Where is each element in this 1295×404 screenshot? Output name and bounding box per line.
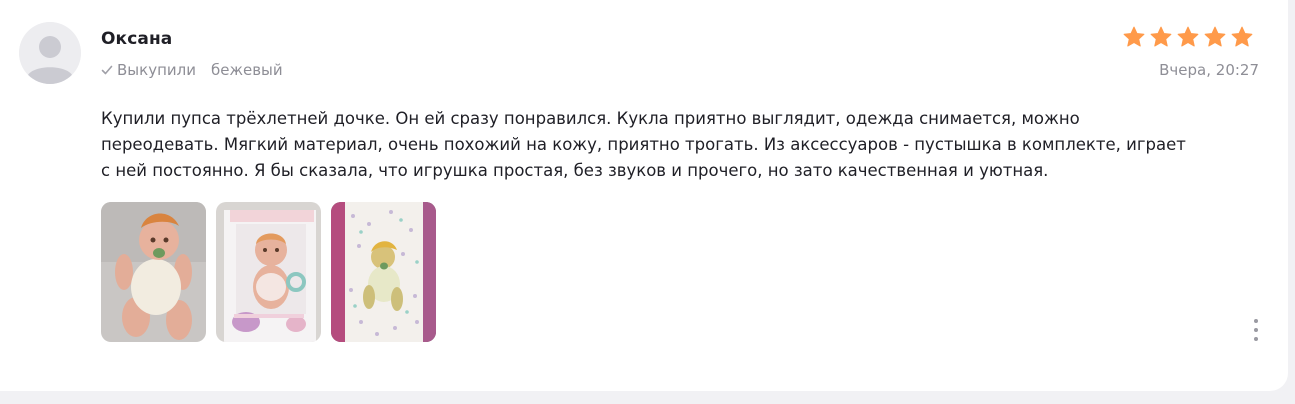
star-icon [1177, 26, 1199, 47]
product-variant: бежевый [210, 61, 283, 79]
star-icon [1150, 26, 1172, 47]
review-text: Купили пупса трёхлетней дочке. Он ей сра… [101, 109, 1186, 180]
star-icon [1204, 26, 1226, 47]
review-photos [101, 202, 436, 342]
review-date: Вчера, 20:27 [1159, 61, 1259, 79]
doll-stroller-photo [331, 202, 436, 342]
more-options-button[interactable] [1245, 314, 1267, 346]
review-photo-1[interactable] [101, 202, 206, 342]
rating-stars [1122, 25, 1254, 49]
doll-box-photo [216, 202, 321, 342]
review-card: Оксана Выкупили бежевый Вчера, 20:27 Куп… [0, 0, 1288, 391]
more-vertical-icon-dot [1254, 337, 1258, 341]
review-meta: Выкупили бежевый [101, 61, 283, 79]
avatar [19, 22, 81, 84]
review-author-name: Оксана [101, 29, 173, 49]
review-photo-3[interactable] [331, 202, 436, 342]
more-vertical-icon [1254, 319, 1258, 323]
checkmark-icon [101, 65, 113, 75]
more-vertical-icon-dot [1254, 328, 1258, 332]
user-avatar-icon [19, 22, 81, 84]
star-icon [1231, 26, 1253, 47]
review-photo-2[interactable] [216, 202, 321, 342]
doll-photo-1 [101, 202, 206, 342]
purchased-status: Выкупили [117, 61, 196, 79]
star-icon [1123, 26, 1145, 47]
